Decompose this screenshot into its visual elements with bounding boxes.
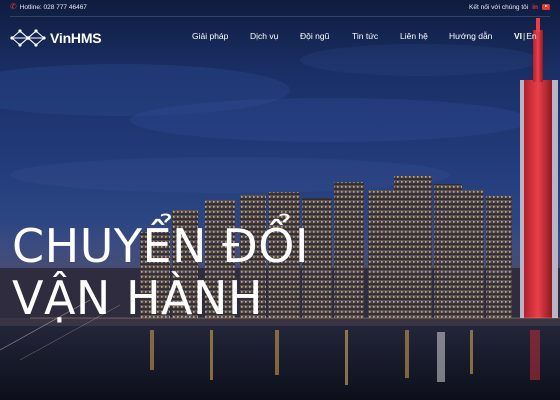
lang-separator: | xyxy=(523,31,526,41)
linkedin-icon[interactable]: in xyxy=(532,4,538,11)
nav-item-giai-phap[interactable]: Giải pháp xyxy=(192,31,228,41)
hotline[interactable]: ✆ Hotline: 028 777 46467 xyxy=(10,3,87,11)
headline-line-1: CHUYỂN ĐỔI xyxy=(12,219,309,273)
nav-item-dich-vu[interactable]: Dịch vụ xyxy=(250,31,278,41)
headline-line-2: VẬN HÀNH xyxy=(12,271,264,325)
nav-item-doi-ngu[interactable]: Đội ngũ xyxy=(300,31,329,41)
lang-en[interactable]: En xyxy=(526,31,536,41)
hero-headline: CHUYỂN ĐỔI VẬN HÀNH xyxy=(12,220,309,324)
logo-network-icon xyxy=(10,29,46,47)
nav-item-huong-dan[interactable]: Hướng dẫn xyxy=(449,31,492,41)
city-skyline-image xyxy=(0,18,560,400)
connect-label: Kết nối với chúng tôi xyxy=(469,3,529,11)
lang-vi[interactable]: VI xyxy=(514,31,522,41)
brand-logo[interactable]: VinHMS xyxy=(10,28,102,48)
brand-name: VinHMS xyxy=(50,30,102,46)
top-bar: ✆ Hotline: 028 777 46467 Kết nối với chú… xyxy=(0,0,560,14)
hotline-text: Hotline: 028 777 46467 xyxy=(19,3,87,11)
nav-item-lien-he[interactable]: Liên hệ xyxy=(400,31,428,41)
social-connect: Kết nối với chúng tôi in xyxy=(469,4,550,11)
language-switcher: VI|En xyxy=(514,31,537,41)
hero-background xyxy=(0,0,560,400)
youtube-icon[interactable] xyxy=(542,4,550,10)
header-divider xyxy=(10,16,550,17)
nav-item-tin-tuc[interactable]: Tin tức xyxy=(352,31,378,41)
phone-icon: ✆ xyxy=(10,2,17,11)
